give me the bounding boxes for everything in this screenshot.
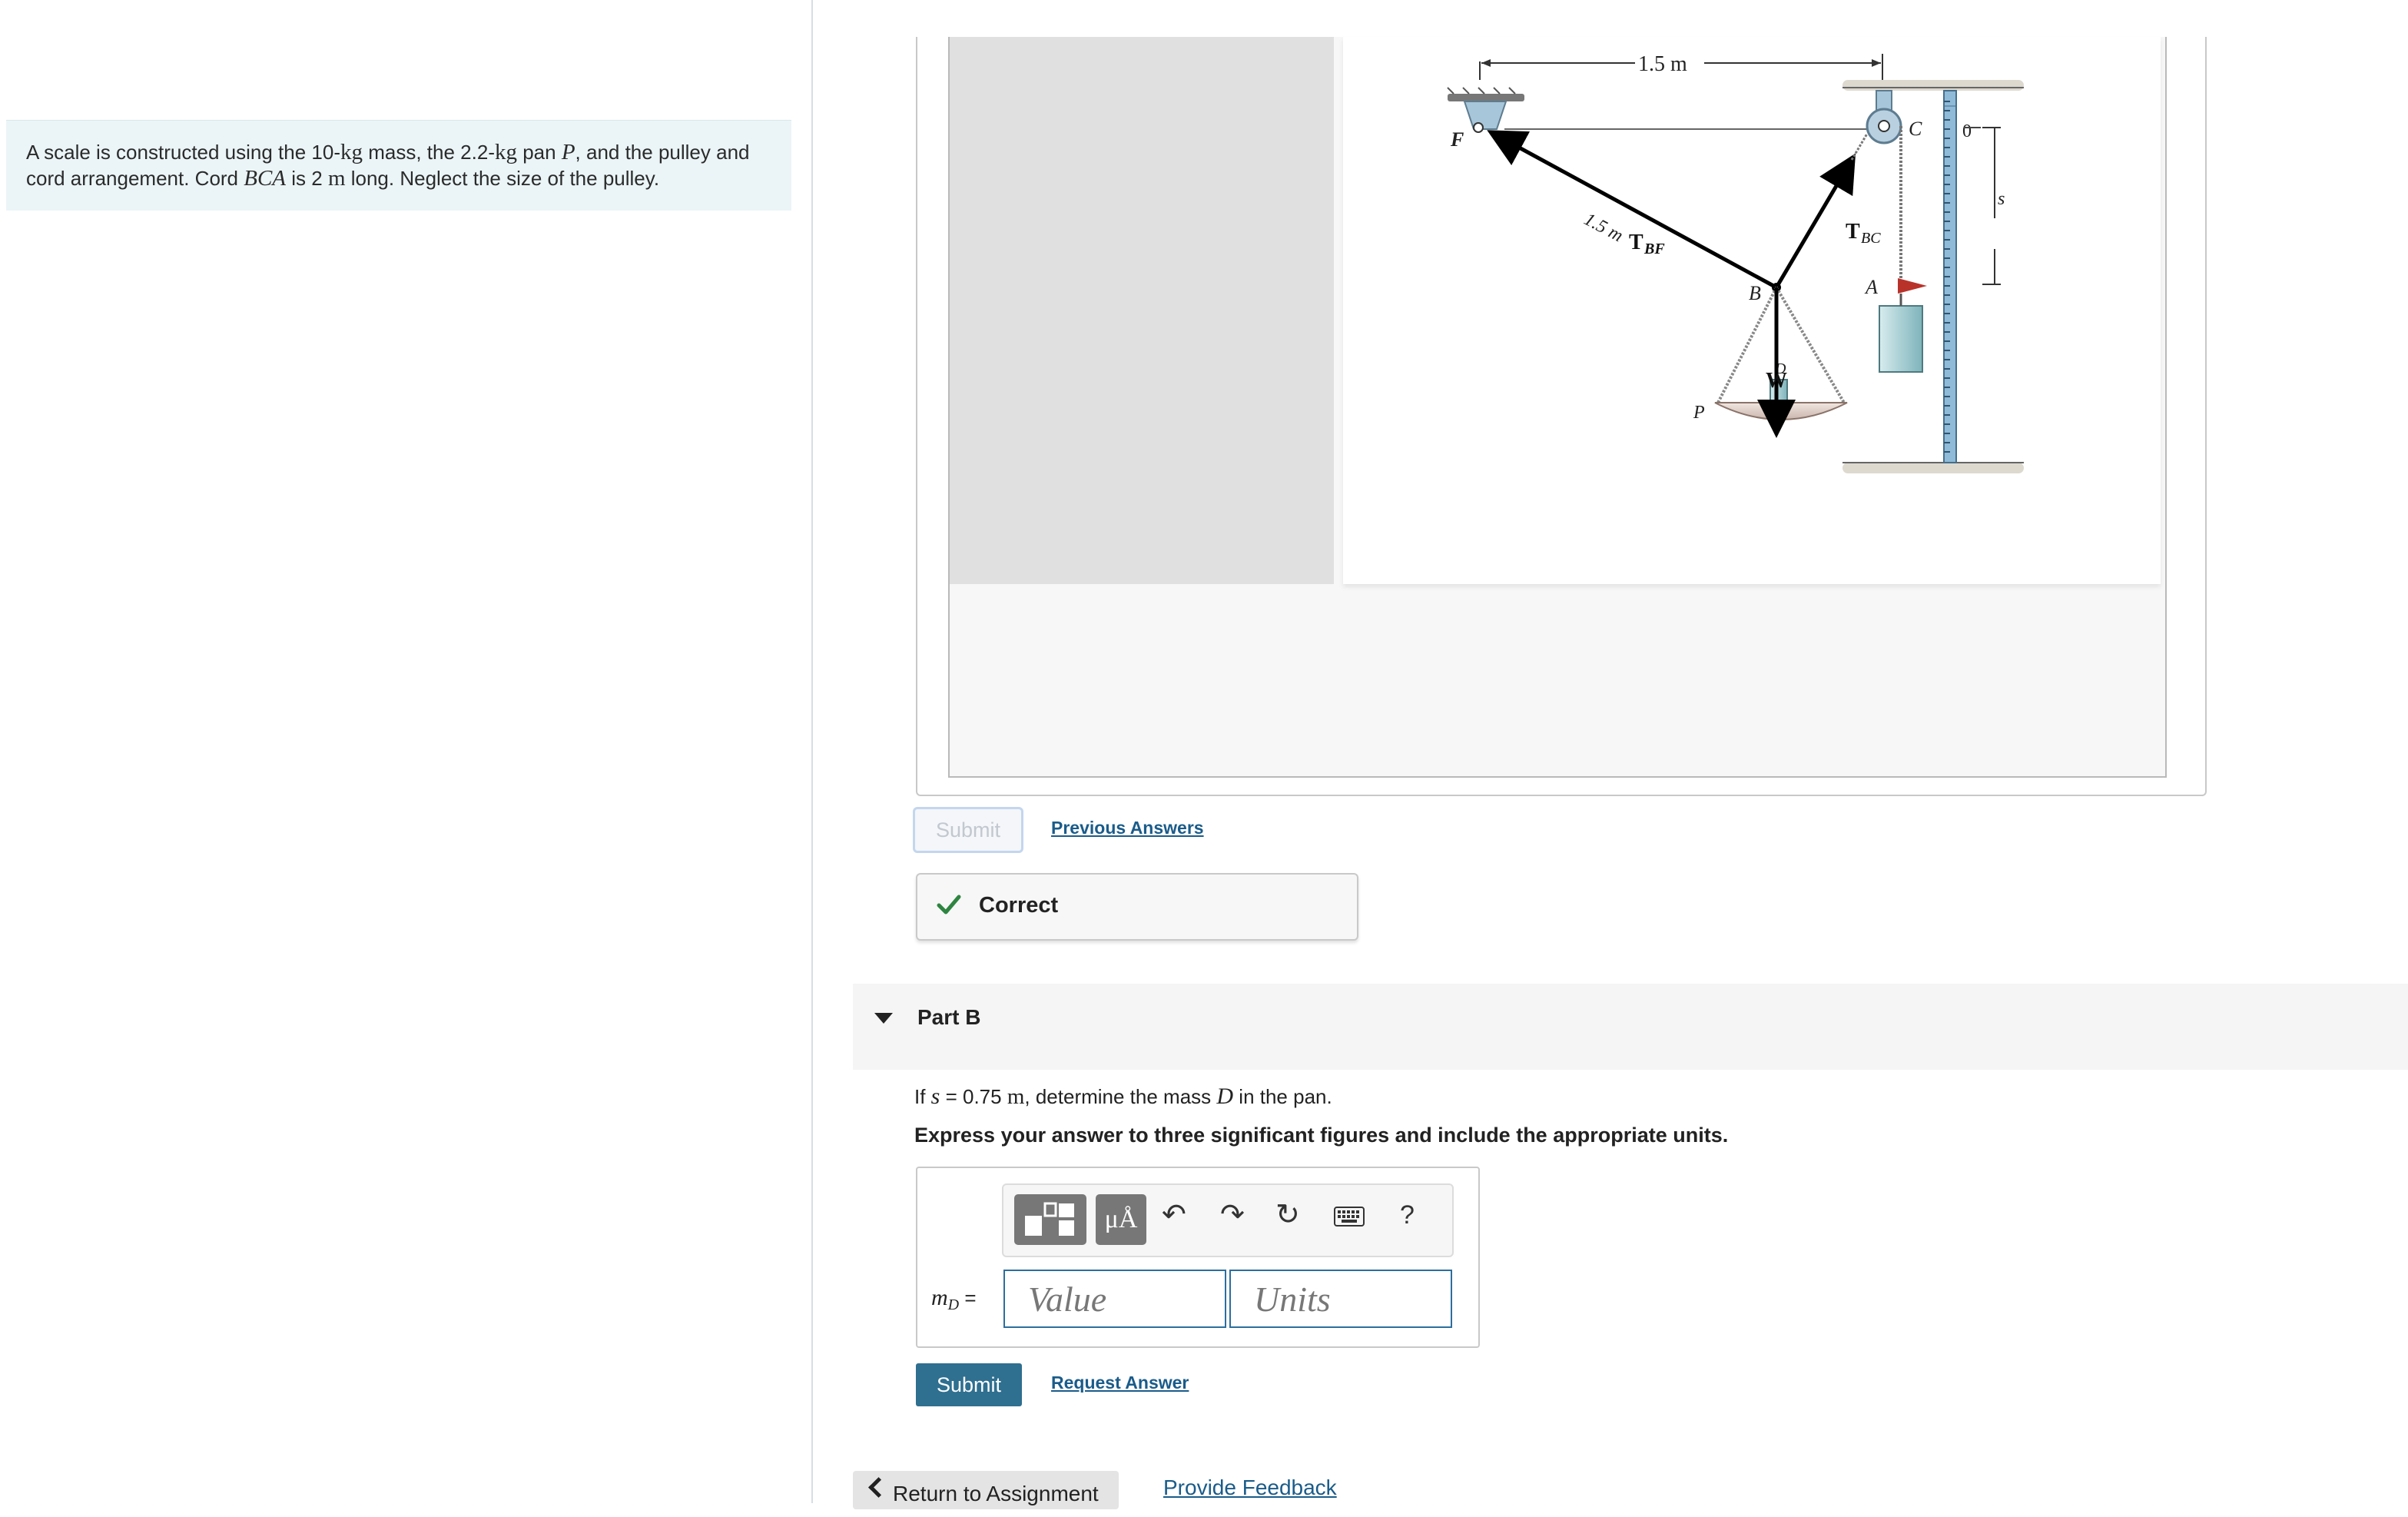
cord-BC xyxy=(1850,133,1869,161)
mass-10kg xyxy=(1879,305,1923,373)
pan-P xyxy=(1714,402,1848,420)
provide-feedback-link[interactable]: Provide Feedback xyxy=(1163,1476,1337,1500)
intro-text-1: A scale is constructed using the 10- xyxy=(26,141,341,164)
question-text-1: If xyxy=(914,1085,931,1108)
previous-answers-link[interactable]: Previous Answers xyxy=(1051,818,1204,838)
symbols-button[interactable]: μÅ xyxy=(1096,1194,1146,1245)
var-equals: = xyxy=(959,1286,977,1310)
units-input[interactable] xyxy=(1229,1270,1452,1328)
label-TBC-sub: BC xyxy=(1861,230,1881,247)
figure-side-panel xyxy=(950,37,1334,584)
var-m: m xyxy=(931,1285,948,1310)
dim-top-label: 1.5 m xyxy=(1638,52,1687,76)
label-W: W xyxy=(1766,369,1787,393)
part-b-question: If s = 0.75 m, determine the mass D in t… xyxy=(914,1084,1332,1110)
label-s: s xyxy=(1998,189,2005,209)
question-var-s: s xyxy=(930,1084,940,1109)
label-TBF-sub: BF xyxy=(1643,241,1665,257)
tension-arrow-TBF xyxy=(1487,130,1778,290)
intro-unit-kg-2: kg xyxy=(494,140,517,164)
intro-unit-m: m xyxy=(327,166,346,191)
question-text-3: , determine the mass xyxy=(1024,1085,1217,1108)
intro-var-BCA: BCA xyxy=(244,166,287,191)
label-C: C xyxy=(1909,118,1922,140)
tension-arrow-TBC xyxy=(1774,153,1856,289)
question-unit-m: m xyxy=(1007,1084,1025,1109)
templates-button[interactable] xyxy=(1014,1194,1086,1245)
question-text-2: = 0.75 xyxy=(940,1085,1007,1108)
label-A: A xyxy=(1864,276,1878,298)
help-icon[interactable]: ? xyxy=(1400,1200,1415,1230)
redo-icon[interactable]: ↷ xyxy=(1220,1197,1245,1232)
label-F: F xyxy=(1450,128,1464,151)
pointer-A xyxy=(1898,278,1927,294)
question-text-4: in the pan. xyxy=(1233,1085,1332,1108)
answer-instruction: Express your answer to three significant… xyxy=(914,1124,1729,1147)
intro-text-2: mass, the 2.2- xyxy=(363,141,495,164)
intro-text-5: is 2 xyxy=(286,167,328,190)
label-TBC: T xyxy=(1846,220,1860,244)
support-F xyxy=(1447,87,1524,133)
keyboard-icon[interactable] xyxy=(1334,1207,1365,1227)
checkmark-icon xyxy=(937,895,961,915)
undo-icon[interactable]: ↶ xyxy=(1162,1197,1186,1232)
value-input[interactable] xyxy=(1003,1270,1226,1328)
pulley-C xyxy=(1866,90,1902,144)
part-b-title: Part B xyxy=(917,1005,981,1029)
dim-bf-label: 1.5 m xyxy=(1580,209,1626,246)
label-TBF: T xyxy=(1629,231,1643,254)
intro-text-3: pan xyxy=(516,141,562,164)
intro-var-P: P xyxy=(561,140,575,164)
problem-statement: A scale is constructed using the 10-kg m… xyxy=(6,120,791,211)
label-P: P xyxy=(1693,403,1705,423)
templates-icon xyxy=(1025,1202,1074,1236)
return-to-assignment-button[interactable]: Return to Assignment xyxy=(853,1471,1119,1509)
collapse-caret-icon[interactable] xyxy=(874,1013,893,1024)
question-var-D: D xyxy=(1216,1084,1234,1109)
request-answer-link[interactable]: Request Answer xyxy=(1051,1373,1189,1393)
label-B: B xyxy=(1749,282,1761,304)
part-b-submit-button[interactable]: Submit xyxy=(916,1363,1022,1406)
scale-pulley-diagram: 1.5 m F C 0 s A 1.5 m T BF T BC B P D W xyxy=(1447,52,2024,473)
left-panel-divider xyxy=(811,0,813,1503)
intro-unit-kg: kg xyxy=(340,140,363,164)
part-a-submit-button[interactable]: Submit xyxy=(913,807,1023,853)
var-sub-D: D xyxy=(947,1296,960,1313)
intro-text-6: long. Neglect the size of the pulley. xyxy=(345,167,660,190)
reset-icon[interactable]: ↻ xyxy=(1275,1197,1300,1232)
correct-status-text: Correct xyxy=(979,893,1059,918)
answer-variable-label: mD = xyxy=(931,1285,977,1313)
part-b-header[interactable] xyxy=(853,984,2408,1070)
scale-zero-label: 0 xyxy=(1962,121,1972,141)
